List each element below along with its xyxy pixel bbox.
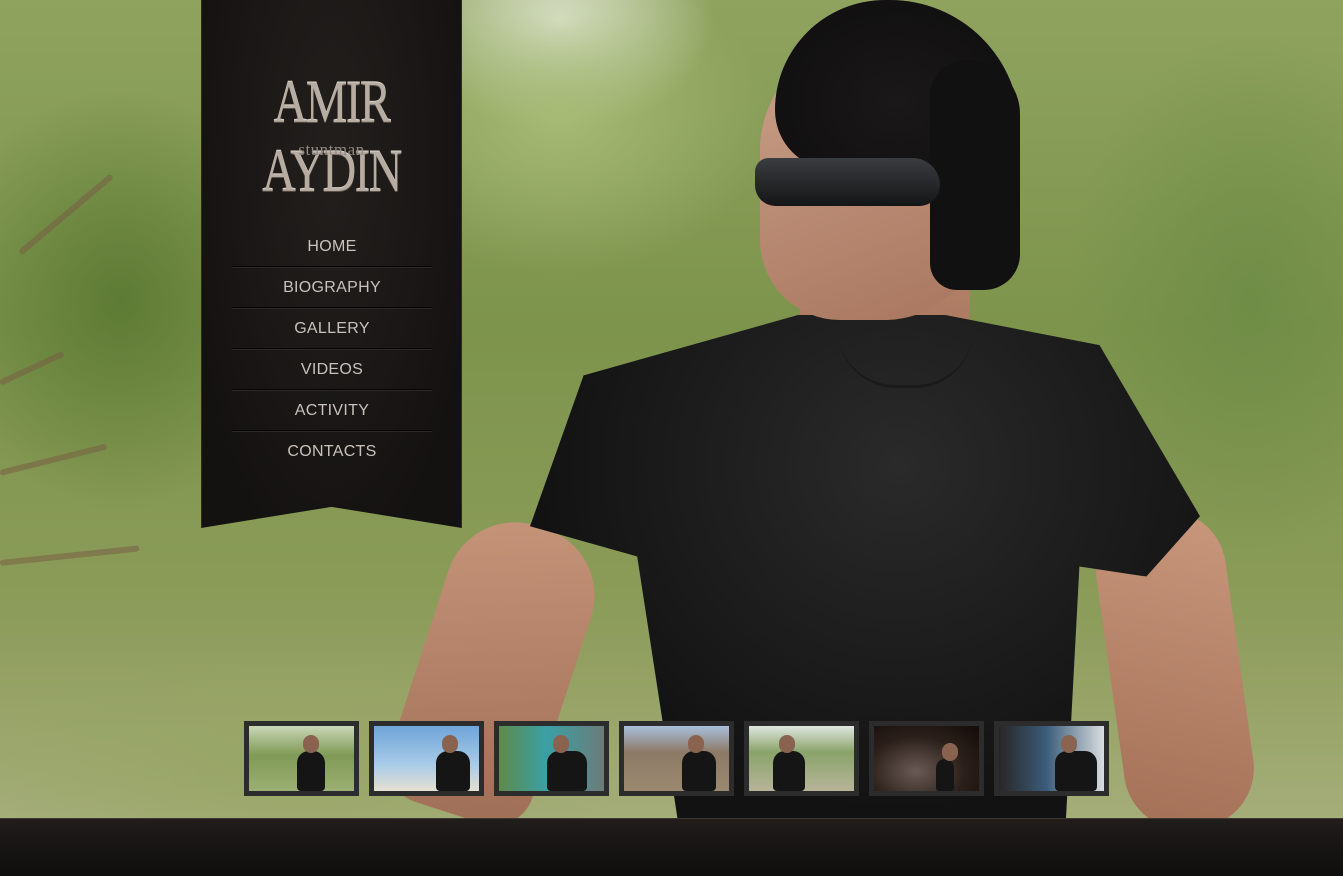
nav-item-videos[interactable]: VIDEOS xyxy=(232,349,432,390)
tree-branch xyxy=(0,545,140,566)
gallery-thumbnail-4[interactable] xyxy=(619,721,734,796)
gallery-thumbnail-1[interactable] xyxy=(244,721,359,796)
nav-item-biography[interactable]: BIOGRAPHY xyxy=(232,267,432,308)
sidebar-banner: AMIR AYDIN stuntman HOME BIOGRAPHY GALLE… xyxy=(201,0,462,528)
nav-item-gallery[interactable]: GALLERY xyxy=(232,308,432,349)
gallery-thumbnail-6[interactable] xyxy=(869,721,984,796)
tree-branch xyxy=(0,350,65,386)
main-navigation: HOME BIOGRAPHY GALLERY VIDEOS ACTIVITY C… xyxy=(232,226,432,471)
gallery-thumbnail-7[interactable] xyxy=(994,721,1109,796)
nav-item-contacts[interactable]: CONTACTS xyxy=(232,431,432,471)
nav-item-activity[interactable]: ACTIVITY xyxy=(232,390,432,431)
tree-branch xyxy=(18,173,114,256)
gallery-thumbnail-2[interactable] xyxy=(369,721,484,796)
nav-item-home[interactable]: HOME xyxy=(232,226,432,267)
gallery-thumbnail-3[interactable] xyxy=(494,721,609,796)
person-hair xyxy=(930,60,1020,290)
site-tagline: stuntman xyxy=(298,140,365,159)
footer-bar xyxy=(0,818,1343,876)
sunglasses xyxy=(755,158,940,206)
gallery-thumbnail-5[interactable] xyxy=(744,721,859,796)
tree-branch xyxy=(0,443,108,476)
site-title[interactable]: AMIR AYDIN xyxy=(230,68,434,206)
